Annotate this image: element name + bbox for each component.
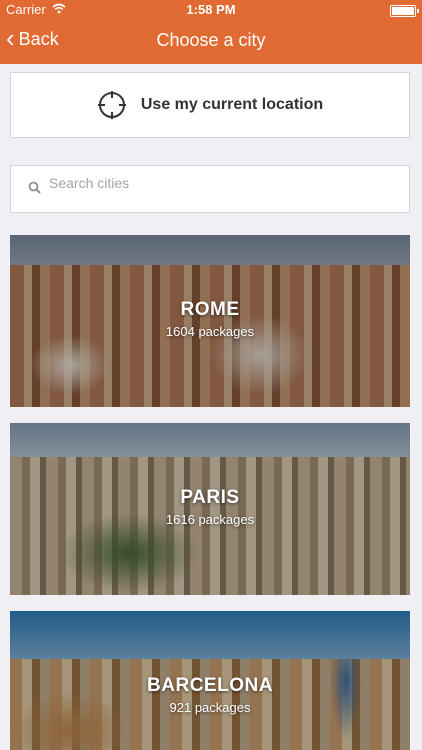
search-box[interactable] bbox=[10, 165, 410, 213]
status-time: 1:58 PM bbox=[186, 2, 236, 17]
battery-icon bbox=[390, 5, 419, 17]
package-count: 1616 packages bbox=[165, 512, 255, 527]
app-header: Carrier 1:58 PM ‹ Back Choose a city bbox=[0, 0, 422, 64]
city-card-barcelona[interactable]: BARCELONA 921 packages bbox=[10, 611, 410, 750]
city-name: ROME bbox=[180, 299, 240, 320]
package-count: 921 packages bbox=[169, 700, 251, 715]
status-bar: Carrier 1:58 PM bbox=[0, 0, 422, 20]
search-input[interactable] bbox=[47, 172, 401, 194]
main-content[interactable]: Use my current location ROME 1604 packag… bbox=[0, 64, 422, 750]
navigation-bar: ‹ Back Choose a city bbox=[0, 20, 422, 64]
crosshair-icon bbox=[97, 90, 127, 120]
location-label: Use my current location bbox=[140, 96, 324, 113]
search-icon bbox=[28, 181, 41, 199]
city-card-paris[interactable]: PARIS 1616 packages bbox=[10, 423, 410, 595]
city-photo-overlay bbox=[10, 423, 410, 595]
city-name: BARCELONA bbox=[147, 675, 273, 696]
city-name: PARIS bbox=[180, 487, 240, 508]
use-current-location-button[interactable]: Use my current location bbox=[10, 72, 410, 138]
city-photo-overlay bbox=[10, 235, 410, 407]
page-title: Choose a city bbox=[156, 30, 266, 50]
city-card-rome[interactable]: ROME 1604 packages bbox=[10, 235, 410, 407]
package-count: 1604 packages bbox=[165, 324, 255, 339]
